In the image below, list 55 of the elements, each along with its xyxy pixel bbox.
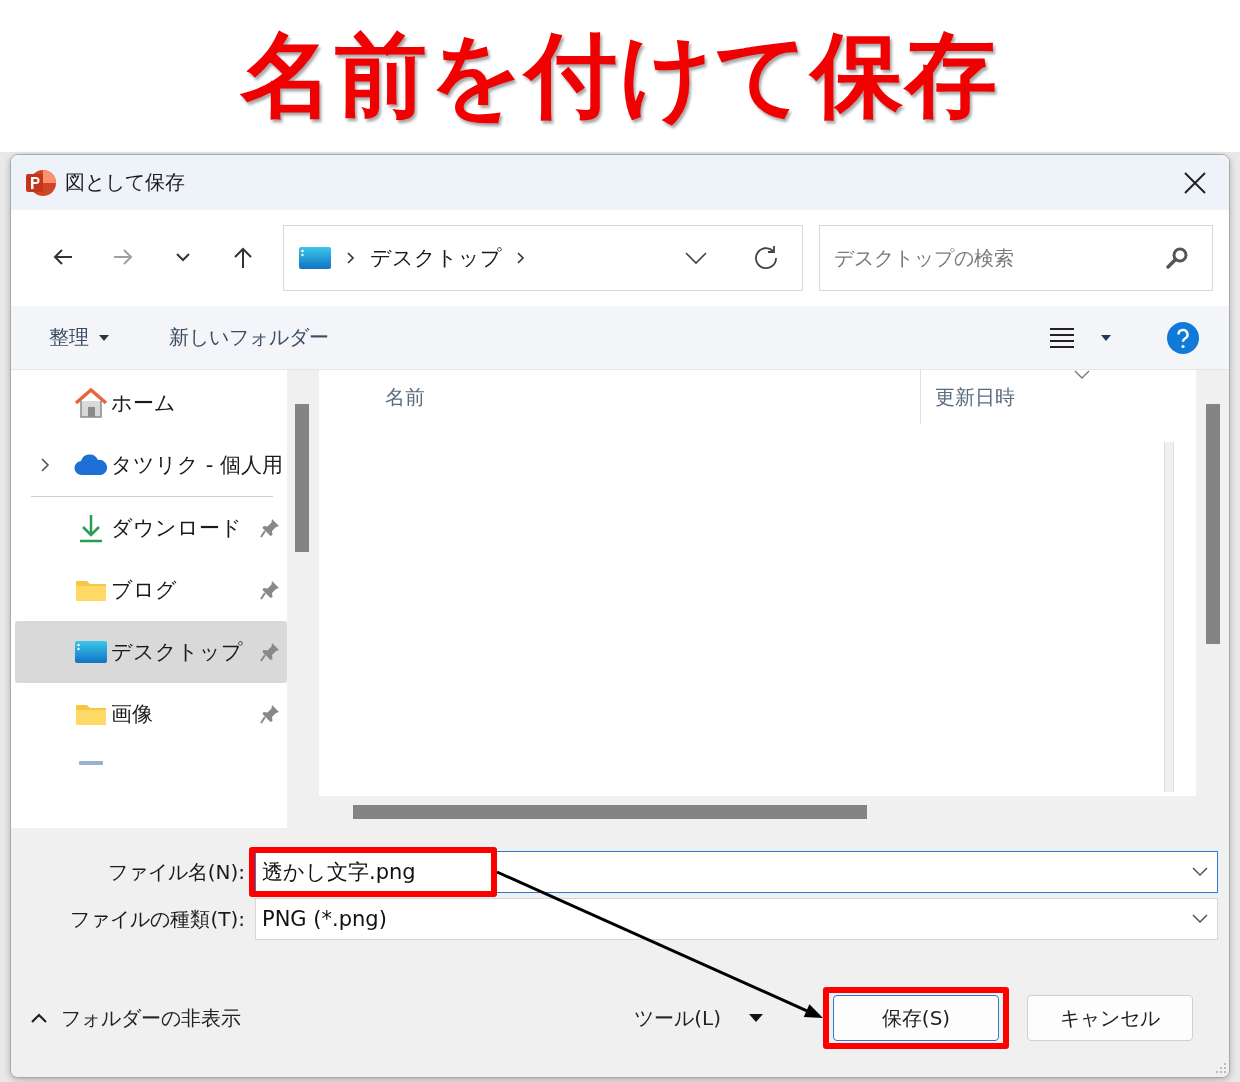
arrow-up-icon	[232, 246, 254, 270]
search-field[interactable]: デスクトップの検索	[819, 225, 1213, 291]
presentation-app-icon	[25, 167, 57, 198]
scrollbar[interactable]	[287, 370, 319, 828]
download-icon	[77, 513, 105, 543]
banner-title: 名前を付けて保存	[241, 21, 999, 131]
chevron-down-icon	[1074, 370, 1090, 379]
chevron-right-icon[interactable]	[39, 457, 51, 473]
sidebar-item[interactable]: ダウンロード	[15, 497, 287, 559]
sidebar-item[interactable]: ホーム	[15, 372, 287, 434]
save-button[interactable]: 保存(S)	[833, 995, 999, 1041]
folder-icon	[75, 702, 107, 726]
scrollbar-thumb[interactable]	[353, 805, 867, 819]
scrollbar-thumb[interactable]	[1205, 404, 1220, 644]
sidebar-item[interactable]: 画像	[15, 683, 287, 745]
folder-icon	[75, 578, 107, 602]
chevron-down-icon[interactable]	[684, 251, 708, 265]
list-view-icon[interactable]	[1049, 326, 1075, 349]
desktop-icon	[74, 640, 108, 664]
cloud-icon	[74, 454, 108, 476]
column-header[interactable]: 更新日時	[921, 370, 1015, 424]
tools-menu-button[interactable]: ツール(L)	[632, 1000, 765, 1036]
sidebar-item[interactable]: デスクトップ	[15, 621, 287, 683]
caret-icon	[749, 1014, 763, 1022]
close-icon[interactable]	[1183, 170, 1207, 195]
hide-folders-button[interactable]: フォルダーの非表示	[29, 1000, 243, 1036]
field-label: ファイルの種類(T):	[69, 905, 246, 933]
scrollbar[interactable]	[1196, 370, 1229, 828]
file-name-field[interactable]: 透かし文字.png	[255, 851, 1218, 893]
chevron-up-icon	[31, 1013, 47, 1023]
address-bar[interactable]: デスクトップ	[283, 225, 803, 291]
organize-menu-button[interactable]: 整理	[47, 318, 111, 357]
resize-grip-icon	[1213, 1061, 1227, 1075]
caret-icon[interactable]	[1101, 334, 1111, 341]
chevron-right-icon	[516, 251, 526, 265]
chevron-right-icon	[346, 251, 356, 265]
search-icon[interactable]	[1165, 246, 1189, 270]
sidebar-item[interactable]: ブログ	[15, 559, 287, 621]
help-icon[interactable]	[1167, 321, 1199, 354]
refresh-icon[interactable]	[752, 244, 780, 272]
chevron-down-icon[interactable]	[1192, 914, 1208, 923]
field-label: ファイル名(N):	[106, 858, 246, 886]
new-folder-button[interactable]: 新しいフォルダー	[167, 318, 331, 357]
file-type-dropdown[interactable]: PNG (*.png)	[255, 898, 1218, 940]
house-icon	[74, 388, 108, 418]
sidebar-item[interactable]: タツリク - 個人用	[15, 434, 287, 496]
caret-icon	[99, 334, 109, 341]
scrollbar-thumb[interactable]	[295, 404, 309, 552]
desktop-icon	[298, 246, 332, 270]
breadcrumb-segment[interactable]: デスクトップ	[370, 244, 502, 272]
chevron-down-icon[interactable]	[1192, 867, 1208, 876]
window-title: 図として保存	[65, 169, 185, 196]
cancel-button[interactable]: キャンセル	[1027, 995, 1193, 1041]
folder-icon	[79, 761, 103, 765]
column-header[interactable]: 名前	[319, 370, 921, 424]
